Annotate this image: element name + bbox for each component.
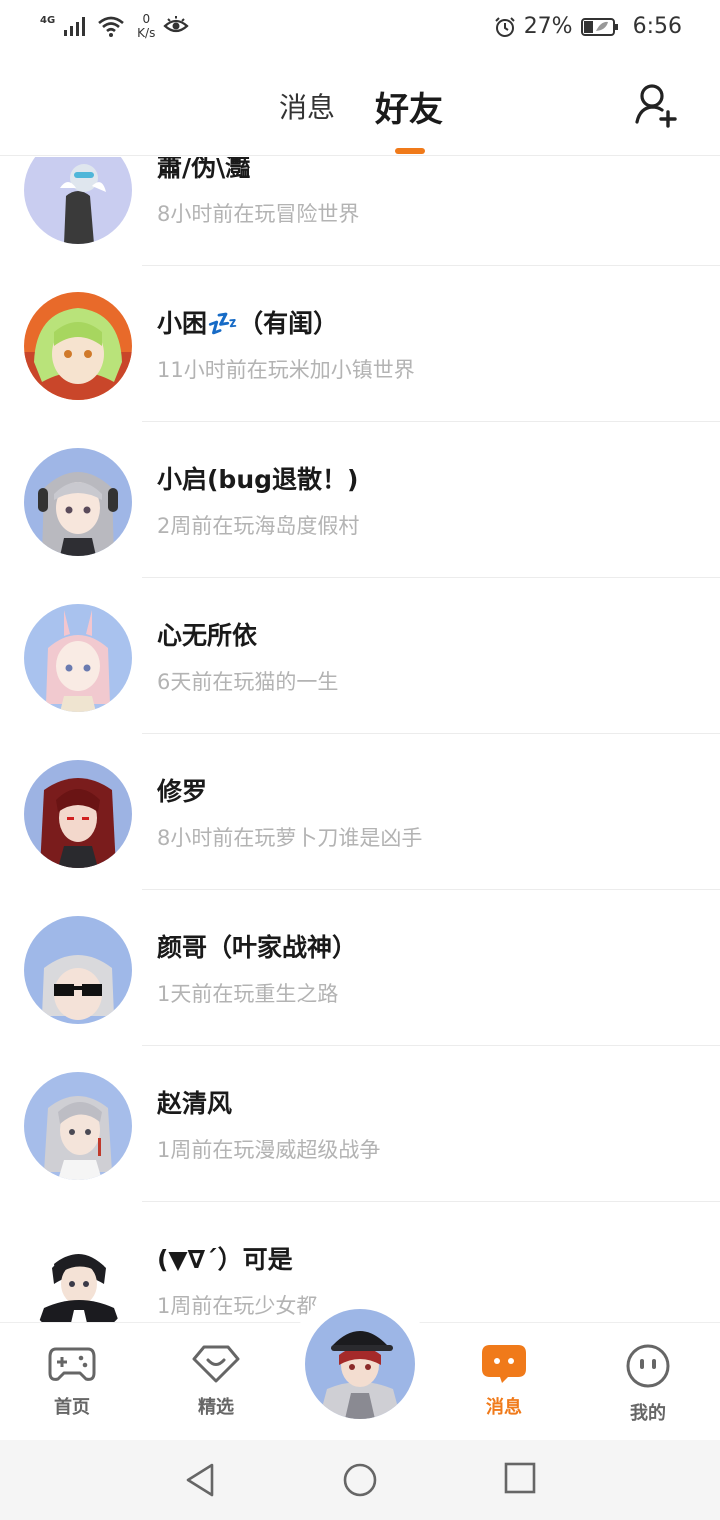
friend-row[interactable]: 修罗 8小时前在玩萝卜刀谁是凶手 [0, 734, 720, 890]
friend-status: 6天前在玩猫的一生 [157, 670, 339, 694]
friend-list[interactable]: 蕭/伪\灩 8小时前在玩冒险世界 小困💤（有闺） 11小时前在玩米加小镇世界 小… [0, 157, 720, 1322]
friend-status: 8小时前在玩萝卜刀谁是凶手 [157, 826, 423, 850]
wifi-icon [98, 16, 125, 37]
battery-icon [580, 17, 618, 36]
nav-featured[interactable]: 精选 [171, 1343, 261, 1419]
eye-icon [163, 16, 189, 33]
friend-name: 蕭/伪\灩 [157, 157, 251, 182]
network-type: 4G [40, 14, 56, 26]
friend-name: (▼∇´）可是 [157, 1245, 293, 1274]
friend-status: 1周前在玩少女都 [157, 1294, 318, 1318]
status-left: 4G 0 K/s [40, 12, 189, 40]
battery-percent: 27% [523, 14, 573, 39]
friend-name: 小启(bug退散！) [157, 465, 359, 494]
tab-friends[interactable]: 好友 [375, 82, 443, 131]
speed-unit: K/s [137, 26, 156, 40]
back-button[interactable] [184, 1462, 216, 1502]
center-avatar-button[interactable] [303, 1307, 417, 1421]
status-bar: 4G 0 K/s 27% 6:56 [0, 0, 720, 56]
add-user-icon [635, 84, 677, 128]
face-icon [626, 1344, 670, 1388]
home-circle-icon [343, 1463, 377, 1497]
friend-status: 1周前在玩漫威超级战争 [157, 1138, 381, 1162]
home-button[interactable] [342, 1462, 378, 1502]
network-speed: 0 K/s [137, 12, 155, 40]
signal-icon [64, 17, 86, 36]
avatar[interactable] [24, 916, 132, 1024]
friend-name: 心无所依 [157, 621, 258, 650]
nav-home[interactable]: 首页 [27, 1343, 117, 1419]
chat-bubble-icon [482, 1345, 526, 1383]
nav-home-label: 首页 [54, 1397, 90, 1418]
nav-messages[interactable]: 消息 [459, 1343, 549, 1419]
system-nav-bar [0, 1440, 720, 1520]
header: 消息 好友 [0, 56, 720, 156]
friend-row[interactable]: 蕭/伪\灩 8小时前在玩冒险世界 [0, 157, 720, 266]
avatar[interactable] [24, 1228, 132, 1322]
avatar[interactable] [24, 157, 132, 244]
friend-status: 2周前在玩海岛度假村 [157, 514, 360, 538]
avatar[interactable] [24, 760, 132, 868]
gamepad-icon [48, 1347, 96, 1381]
friend-name: 小困💤（有闺） [157, 309, 339, 338]
heart-diamond-icon [192, 1345, 240, 1383]
friend-row[interactable]: 赵清风 1周前在玩漫威超级战争 [0, 1046, 720, 1202]
speed-value: 0 [142, 12, 151, 26]
back-triangle-icon [186, 1463, 214, 1497]
friend-name: 修罗 [157, 777, 208, 806]
recents-button[interactable] [504, 1462, 536, 1498]
friend-row[interactable]: 心无所依 6天前在玩猫的一生 [0, 578, 720, 734]
tab-messages[interactable]: 消息 [279, 86, 335, 126]
friend-status: 1天前在玩重生之路 [157, 982, 339, 1006]
nav-messages-label: 消息 [486, 1397, 522, 1418]
nav-me[interactable]: 我的 [603, 1343, 693, 1425]
friend-list-inner: 蕭/伪\灩 8小时前在玩冒险世界 小困💤（有闺） 11小时前在玩米加小镇世界 小… [0, 157, 720, 1322]
friend-row[interactable]: 小困💤（有闺） 11小时前在玩米加小镇世界 [0, 266, 720, 422]
recents-square-icon [504, 1462, 536, 1494]
friend-status: 11小时前在玩米加小镇世界 [157, 358, 415, 382]
nav-me-label: 我的 [630, 1403, 666, 1424]
friend-name: 颜哥（叶家战神） [157, 933, 358, 962]
status-right: 27% 6:56 [494, 14, 682, 39]
nav-featured-label: 精选 [198, 1397, 234, 1418]
avatar[interactable] [24, 448, 132, 556]
tab-active-indicator [395, 148, 425, 154]
add-friend-button[interactable] [632, 80, 682, 130]
friend-row[interactable]: 颜哥（叶家战神） 1天前在玩重生之路 [0, 890, 720, 1046]
avatar[interactable] [24, 1072, 132, 1180]
clock: 6:56 [632, 14, 682, 39]
friend-name: 赵清风 [157, 1089, 233, 1118]
avatar[interactable] [24, 604, 132, 712]
alarm-icon [494, 16, 515, 37]
friend-status: 8小时前在玩冒险世界 [157, 202, 360, 226]
avatar[interactable] [24, 292, 132, 400]
friend-row[interactable]: 小启(bug退散！) 2周前在玩海岛度假村 [0, 422, 720, 578]
bottom-nav: 首页 精选 消息 我的 [0, 1289, 720, 1440]
